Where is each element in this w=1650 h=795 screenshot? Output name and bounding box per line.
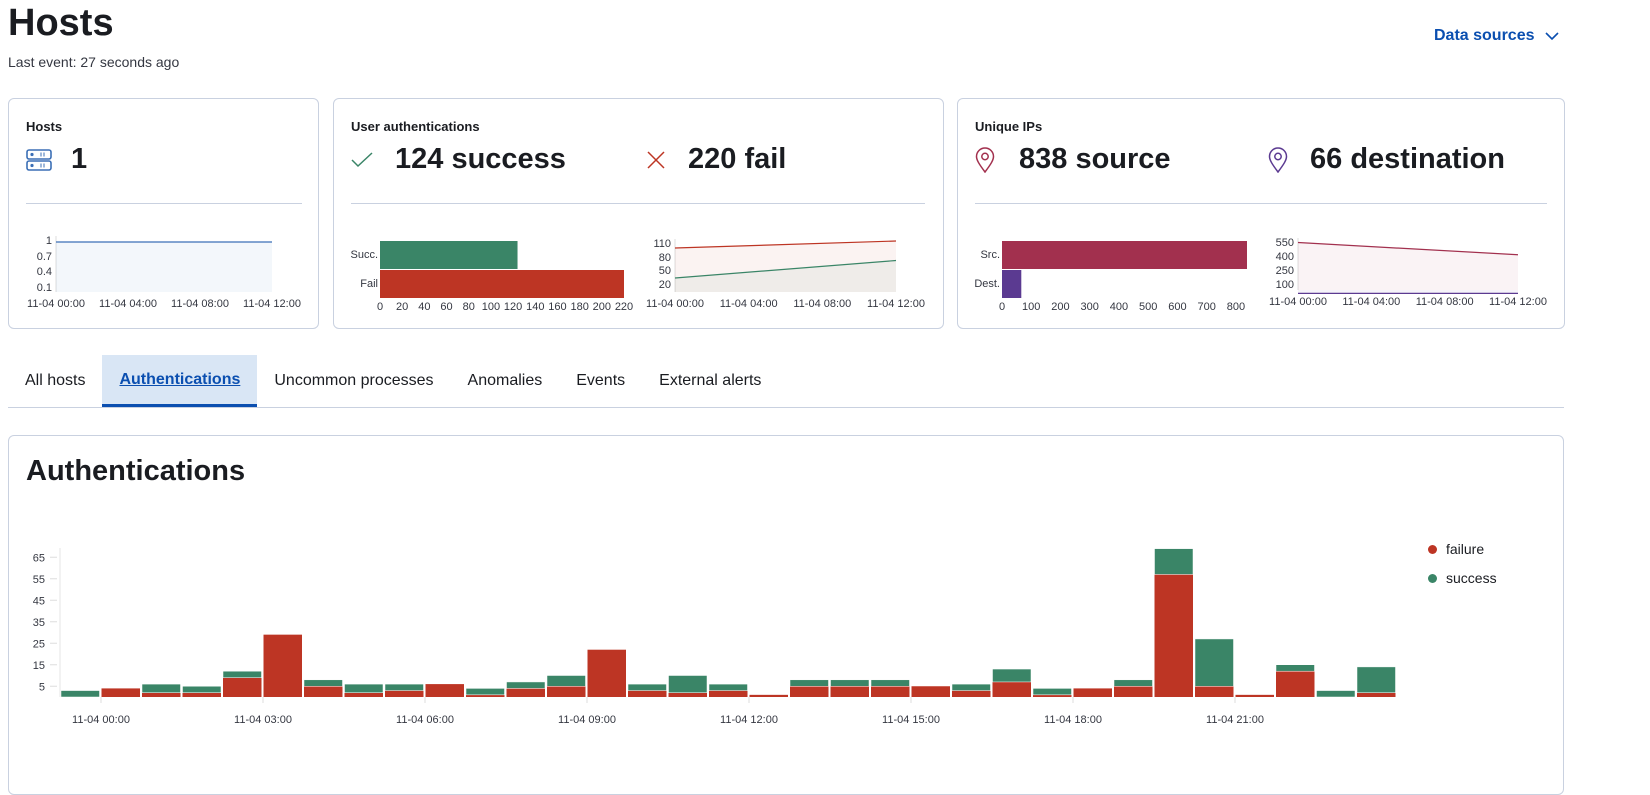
legend-label: failure	[1446, 541, 1485, 557]
map-pin-icon	[975, 146, 995, 173]
data-sources-label: Data sources	[1434, 27, 1535, 44]
authentications-panel	[8, 435, 1564, 795]
hosts-title: Hosts	[26, 119, 63, 134]
hosts-count: 1	[71, 143, 88, 175]
last-event: Last event: 27 seconds ago	[8, 54, 180, 70]
tab-authentications[interactable]: Authentications	[102, 355, 258, 407]
check-icon	[351, 151, 373, 167]
map-pin-icon	[1268, 146, 1288, 173]
hosts-panel: Hosts 1	[8, 98, 319, 329]
tab-uncommon-processes[interactable]: Uncommon processes	[257, 355, 450, 407]
legend-item-failure[interactable]: failure	[1428, 541, 1484, 557]
chevron-down-icon	[1544, 31, 1559, 40]
tab-external-alerts[interactable]: External alerts	[642, 355, 778, 407]
tab-all-hosts[interactable]: All hosts	[8, 355, 102, 407]
page-title: Hosts	[8, 2, 114, 44]
user-auth-title: User authentications	[351, 119, 480, 134]
server-icon	[26, 148, 52, 171]
legend-item-success[interactable]: success	[1428, 570, 1497, 586]
tab-bar: All hosts Authentications Uncommon proce…	[8, 355, 1564, 408]
success-count: 124 success	[395, 143, 566, 175]
destination-count: 66 destination	[1310, 143, 1505, 175]
legend-label: success	[1446, 570, 1497, 586]
user-auth-panel: User authentications 124 success 220 fai…	[333, 98, 944, 329]
legend-dot	[1428, 573, 1437, 583]
source-count: 838 source	[1019, 143, 1171, 175]
cross-icon	[647, 150, 665, 169]
unique-ips-title: Unique IPs	[975, 119, 1043, 134]
data-sources-button[interactable]: Data sources	[1434, 27, 1559, 45]
authentications-heading: Authentications	[26, 455, 246, 487]
legend-dot	[1428, 544, 1437, 554]
unique-ips-panel: Unique IPs 838 source 66 destination	[957, 98, 1565, 329]
tab-events[interactable]: Events	[559, 355, 642, 407]
divider	[351, 203, 925, 204]
divider	[975, 203, 1547, 204]
tab-anomalies[interactable]: Anomalies	[451, 355, 560, 407]
fail-count: 220 fail	[688, 143, 787, 175]
divider	[26, 203, 302, 204]
